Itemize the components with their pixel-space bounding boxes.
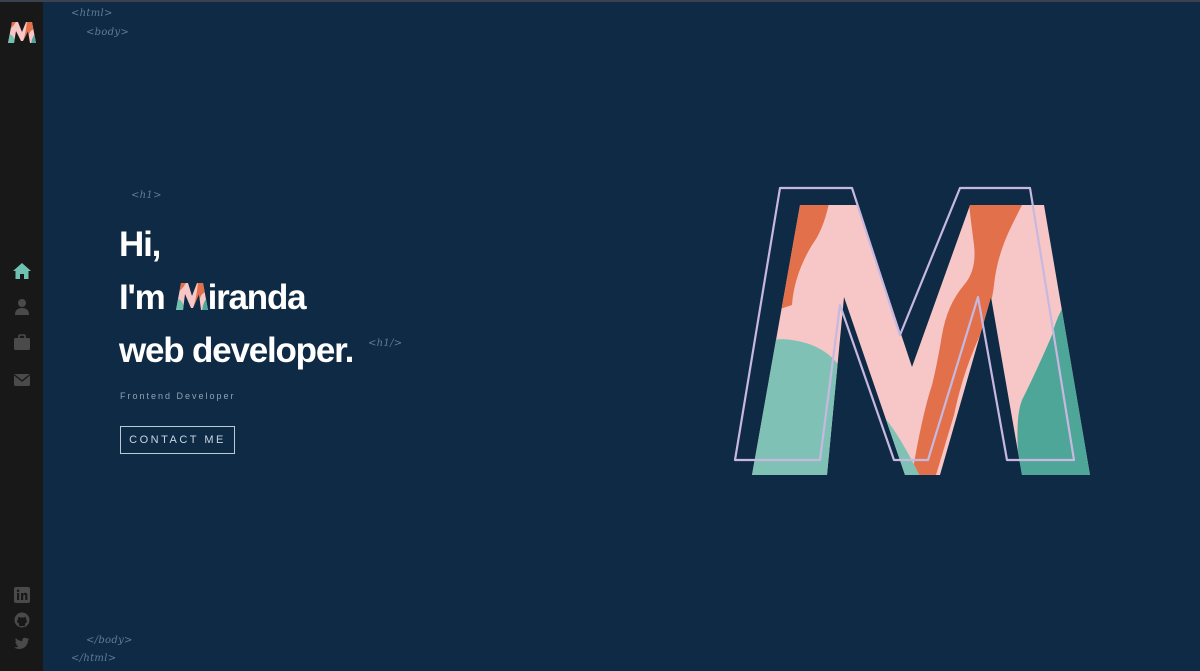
social-twitter-link[interactable]: [13, 636, 30, 653]
home-icon: [12, 262, 31, 279]
logo-m-icon: [8, 22, 36, 43]
linkedin-icon: [13, 586, 30, 603]
name-initial-m: [175, 280, 209, 310]
nav-home-link[interactable]: [11, 260, 32, 281]
github-icon: [14, 612, 29, 627]
hero-subtitle: Frontend Developer: [120, 391, 236, 401]
nav-work-link[interactable]: [11, 332, 32, 353]
hero-name-line: I'm iranda: [119, 278, 307, 318]
body-open-tag: <body>: [86, 27, 130, 38]
site-logo[interactable]: [7, 20, 37, 44]
hero-greeting: Hi,: [119, 225, 161, 264]
html-open-tag: <html>: [71, 8, 113, 19]
nav-contact-link[interactable]: [11, 369, 32, 390]
nav-about-link[interactable]: [11, 296, 32, 317]
envelope-icon: [13, 373, 30, 386]
briefcase-icon: [13, 334, 30, 350]
body-close-tag: </body>: [86, 635, 133, 646]
sidebar: [0, 2, 43, 671]
social-linkedin-link[interactable]: [13, 586, 30, 603]
hero-im-text: I'm: [119, 278, 166, 317]
window-top-border: [0, 0, 1200, 2]
h1-close-tag: <h1/>: [368, 338, 403, 349]
m-letter-icon: [175, 283, 208, 310]
social-github-link[interactable]: [13, 611, 30, 628]
contact-me-button[interactable]: CONTACT ME: [120, 426, 235, 454]
m-illustration-icon: [733, 186, 1090, 475]
hero-m-illustration: [732, 185, 1094, 480]
html-close-tag: </html>: [71, 653, 117, 664]
hero-name-rest: iranda: [207, 278, 307, 317]
h1-open-tag: <h1>: [131, 190, 162, 201]
hero-role: web developer.: [119, 331, 354, 370]
twitter-icon: [14, 637, 30, 649]
user-icon: [14, 298, 29, 315]
